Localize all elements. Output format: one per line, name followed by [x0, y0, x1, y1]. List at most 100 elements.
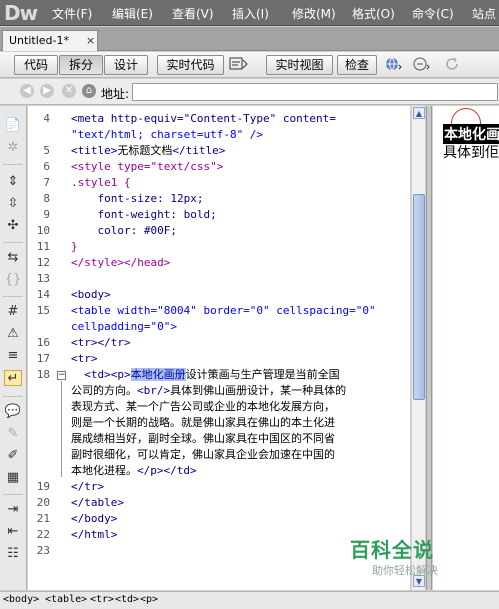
stop-icon[interactable]: ✕	[62, 84, 76, 98]
code-token: <title>	[71, 144, 118, 157]
line-number: 17	[36, 352, 50, 365]
show-code-navigator-icon[interactable]: ✲	[4, 140, 22, 156]
code-line: <tr></tr>	[71, 336, 131, 349]
design-view[interactable]: 本地化画 具体到佢	[433, 106, 499, 590]
code-token: 无标题文档	[117, 144, 173, 157]
line-number: 6	[43, 160, 50, 173]
syntax-coloring-icon[interactable]: ≡	[4, 348, 22, 364]
menu-commands[interactable]: 命令(C)	[412, 5, 454, 22]
address-label: 地址:	[101, 87, 130, 101]
line-number: 11	[36, 240, 50, 253]
code-line: <table width="8004" border="0" cellspaci…	[71, 304, 376, 317]
code-line: }	[71, 240, 78, 253]
code-token: 设计策画与生产管理是当前全国	[185, 368, 340, 381]
globe-icon[interactable]	[383, 56, 403, 74]
coding-toolbar: 📄 ✲ ⇕ ⇳ ✣ ⇆ {} # ⚠ ≡ ↵ 💬 ✎ ✐ ▦ ⇥ ⇤ ☷	[0, 106, 27, 590]
remove-comment-icon[interactable]: ✎	[4, 426, 22, 442]
split-view-divider[interactable]	[426, 106, 432, 590]
live-view-button[interactable]: 实时视图	[266, 55, 333, 75]
code-editor[interactable]: 4 5 6 7 8 9 10 11 12 13 14 15 16 17 18 1…	[28, 106, 410, 590]
back-icon[interactable]: ◀	[20, 84, 34, 98]
balance-braces-icon[interactable]: {}	[4, 272, 22, 288]
document-toolbar: 代码 拆分 设计 实时代码 实时视图 检查	[0, 52, 499, 78]
document-tab-strip: Untitled-1* ×	[0, 27, 499, 51]
tag-selector-tr[interactable]: <tr>	[90, 594, 114, 605]
line-number: 7	[43, 176, 50, 189]
tag-selector-p[interactable]: <p>	[140, 594, 158, 605]
line-number: 13	[36, 272, 50, 285]
collapse-full-tag-icon[interactable]: ⇕	[4, 174, 22, 190]
home-icon[interactable]: ⌂	[82, 84, 96, 98]
select-parent-tag-icon[interactable]: ⇆	[4, 250, 22, 266]
expand-all-icon[interactable]: ✣	[4, 218, 22, 234]
code-token: 公司的方向。	[71, 384, 137, 397]
code-line: .style1 {	[71, 176, 131, 189]
code-line: <title>无标题文档</title>	[71, 143, 225, 159]
split-view-button[interactable]: 拆分	[59, 55, 103, 75]
menu-site[interactable]: 站点	[472, 5, 496, 22]
refresh-icon[interactable]	[443, 56, 463, 74]
line-number: 12	[36, 256, 50, 269]
live-code-button[interactable]: 实时代码	[157, 55, 224, 75]
menu-insert[interactable]: 插入(I)	[232, 5, 269, 22]
code-line: </style></head>	[71, 256, 171, 269]
code-line: <td><p>本地化画册设计策画与生产管理是当前全国	[71, 367, 340, 383]
separator	[3, 296, 23, 297]
apply-comment-icon[interactable]: 💬	[4, 404, 22, 420]
menu-view[interactable]: 查看(V)	[172, 5, 214, 22]
line-number: 15	[36, 304, 50, 317]
tag-selector-table[interactable]: <table>	[45, 594, 87, 605]
line-number: 8	[43, 192, 50, 205]
line-number: 14	[36, 288, 50, 301]
code-line: 公司的方向。<br/>具体到佛山画册设计，某一种具体的	[71, 383, 346, 399]
code-token: <td><p>	[71, 368, 131, 381]
selected-text[interactable]: 本地化画册	[130, 368, 186, 381]
code-scrollbar[interactable]: ▲ ▼	[411, 106, 425, 590]
inspect-layout-icon[interactable]	[229, 56, 249, 74]
address-input[interactable]	[132, 83, 498, 101]
line-numbers-icon[interactable]: #	[4, 304, 22, 320]
code-line: <tr>	[71, 352, 98, 365]
collapse-selection-icon[interactable]: ⇳	[4, 196, 22, 212]
tag-selector-body[interactable]: <body>	[3, 594, 39, 605]
inspect-button[interactable]: 检查	[337, 55, 377, 75]
fold-toggle-icon[interactable]: −	[57, 371, 66, 380]
line-number: 22	[36, 528, 50, 541]
format-source-icon[interactable]: ☷	[4, 546, 22, 562]
outdent-code-icon[interactable]: ⇤	[4, 524, 22, 540]
highlight-invalid-code-icon[interactable]: ⚠	[4, 326, 22, 342]
scroll-thumb[interactable]	[413, 194, 425, 400]
menu-file[interactable]: 文件(F)	[52, 5, 92, 22]
scroll-up-icon[interactable]: ▲	[413, 107, 425, 119]
code-line: 本地化进程。</p></td>	[71, 463, 197, 479]
line-number: 4	[43, 112, 50, 125]
watermark-subtitle: 助你轻松解决	[372, 564, 438, 577]
code-line: 副时很细化，可以肯定，佛山家具企业会加速在中国的	[71, 448, 335, 461]
close-icon[interactable]: ×	[86, 34, 95, 47]
line-number: 20	[36, 496, 50, 509]
design-text[interactable]: 具体到佢	[443, 142, 499, 162]
recent-snippets-icon[interactable]: ▦	[4, 470, 22, 486]
line-number: 16	[36, 336, 50, 349]
forward-icon[interactable]: ▶	[40, 84, 54, 98]
menu-format[interactable]: 格式(O)	[352, 5, 395, 22]
menu-modify[interactable]: 修改(M)	[292, 5, 336, 22]
document-tab[interactable]: Untitled-1* ×	[2, 30, 98, 51]
separator	[3, 242, 23, 243]
code-view-button[interactable]: 代码	[14, 55, 58, 75]
design-view-button[interactable]: 设计	[104, 55, 148, 75]
code-token: 本地化进程。	[71, 464, 137, 477]
tag-selector-td[interactable]: <td>	[115, 594, 139, 605]
menu-edit[interactable]: 编辑(E)	[112, 5, 153, 22]
indent-code-icon[interactable]: ⇥	[4, 502, 22, 518]
wrap-tag-icon[interactable]: ✐	[4, 448, 22, 464]
design-text-selected[interactable]: 本地化画	[443, 124, 499, 144]
code-line: </tr>	[71, 480, 105, 493]
refresh-globe-icon[interactable]	[411, 56, 431, 74]
tag-selector-bar: <body> <table> <tr> <td> <p>	[0, 591, 499, 609]
menu-bar: Dw 文件(F) 编辑(E) 查看(V) 插入(I) 修改(M) 格式(O) 命…	[0, 0, 499, 26]
line-number: 10	[36, 224, 50, 237]
open-documents-icon[interactable]: 📄	[4, 118, 22, 134]
line-number: 21	[36, 512, 50, 525]
word-wrap-icon[interactable]: ↵	[4, 370, 22, 386]
